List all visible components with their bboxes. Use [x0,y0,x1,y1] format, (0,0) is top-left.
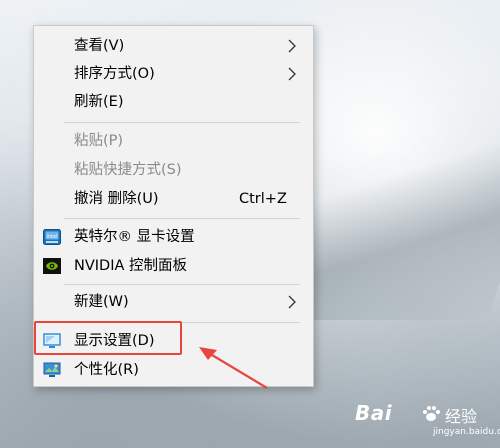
chevron-right-icon [288,67,296,81]
menu-item-paste: 粘贴(P) [34,127,313,155]
menu-item-label: 个性化(R) [74,362,139,378]
menu-item-label: 刷新(E) [74,94,124,110]
menu-item-nvidia-control-panel[interactable]: NVIDIA 控制面板 [34,252,313,280]
watermark-domain: jingyan.baidu.com [433,427,500,437]
watermark-brand: Bai [355,401,393,425]
shortcut-label: Ctrl+Z [239,191,287,207]
menu-item-undo-delete[interactable]: 撤消 删除(U) Ctrl+Z [34,185,313,213]
menu-item-refresh[interactable]: 刷新(E) [34,88,313,116]
menu-item-label: 英特尔® 显卡设置 [74,229,195,245]
personalize-icon [43,362,61,377]
menu-separator [64,122,300,123]
menu-item-view[interactable]: 查看(V) [34,32,313,60]
menu-separator [64,218,300,219]
watermark-jingyan: 经验 [445,407,478,426]
display-settings-highlight-box [34,321,182,355]
baidu-jingyan-watermark: Bai 经验 jingyan.baidu.com [355,395,500,445]
menu-item-label: 新建(W) [74,294,129,310]
menu-item-label: 粘贴快捷方式(S) [74,162,182,178]
menu-item-label: 撤消 删除(U) [74,191,159,207]
svg-text:intel: intel [47,234,58,240]
red-pointer-arrow-icon [199,347,268,389]
menu-separator [64,284,300,285]
menu-item-label: 查看(V) [74,38,125,54]
menu-item-label: NVIDIA 控制面板 [74,258,188,274]
nvidia-icon [43,258,61,274]
baidu-paw-icon [423,406,440,421]
menu-item-new[interactable]: 新建(W) [34,288,313,316]
menu-item-label: 粘贴(P) [74,133,124,149]
chevron-right-icon [288,295,296,309]
intel-graphics-icon: intel [43,229,61,245]
menu-item-paste-shortcut: 粘贴快捷方式(S) [34,156,313,184]
menu-item-sort-by[interactable]: 排序方式(O) [34,60,313,88]
menu-item-intel-graphics[interactable]: intel 英特尔® 显卡设置 [34,223,313,251]
chevron-right-icon [288,39,296,53]
menu-item-label: 排序方式(O) [74,66,155,82]
